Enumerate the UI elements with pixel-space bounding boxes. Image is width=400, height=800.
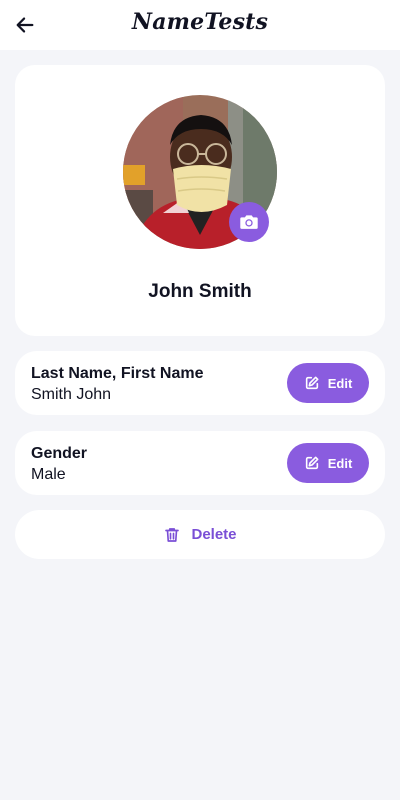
- profile-name: John Smith: [148, 281, 252, 302]
- trash-icon: [165, 527, 180, 542]
- camera-icon: [240, 215, 258, 229]
- profile-card: John Smith: [15, 65, 385, 336]
- edit-gender-button[interactable]: Edit: [287, 443, 369, 483]
- field-value: Male: [31, 466, 66, 483]
- edit-icon: [305, 456, 319, 470]
- delete-label: Delete: [191, 526, 237, 543]
- edit-label: Edit: [327, 375, 353, 391]
- field-label: Last Name, First Name: [31, 365, 204, 382]
- avatar-container: [123, 95, 277, 249]
- field-value: Smith John: [31, 386, 112, 403]
- gender-field-card: Gender Male Edit: [15, 431, 385, 495]
- delete-button[interactable]: Delete: [15, 510, 385, 559]
- app-bar: NameTests: [0, 0, 400, 50]
- edit-name-button[interactable]: Edit: [287, 363, 369, 403]
- field-label: Gender: [31, 445, 88, 462]
- change-photo-button[interactable]: [229, 202, 269, 242]
- edit-icon: [305, 376, 319, 390]
- name-field-card: Last Name, First Name Smith John Edit: [15, 351, 385, 415]
- app-title: NameTests: [131, 9, 269, 35]
- edit-label: Edit: [327, 455, 353, 471]
